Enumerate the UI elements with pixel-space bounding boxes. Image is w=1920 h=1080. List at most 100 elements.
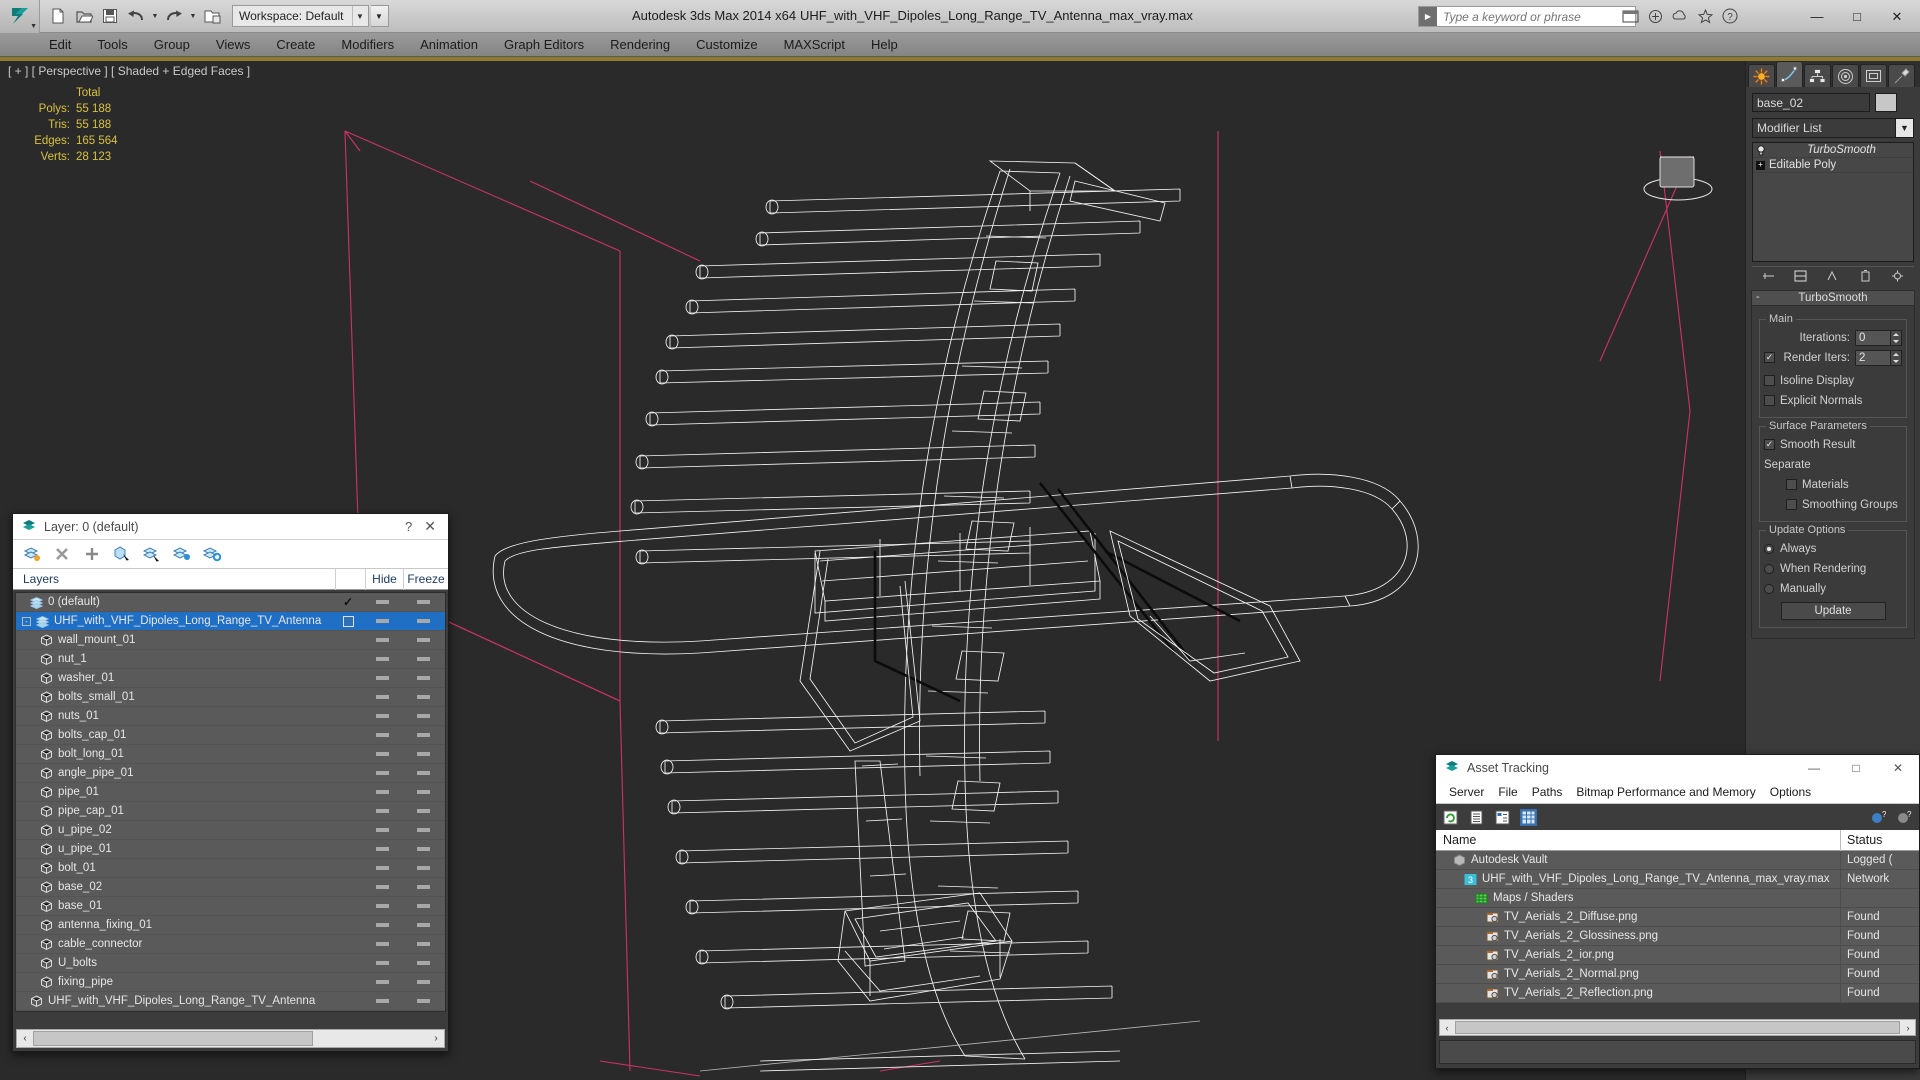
current-layer-box-icon[interactable]: [342, 615, 354, 627]
create-tab[interactable]: [1748, 64, 1775, 87]
hide-cell[interactable]: [363, 961, 401, 965]
modify-tab[interactable]: [1776, 61, 1803, 87]
modifier-stack-item[interactable]: + Editable Poly: [1753, 158, 1913, 173]
scroll-right-icon[interactable]: ›: [428, 1033, 444, 1044]
column-freeze[interactable]: Freeze: [404, 569, 448, 590]
layer-row[interactable]: base_01: [16, 897, 445, 916]
asset-maximize-button[interactable]: □: [1835, 755, 1877, 781]
column-hide[interactable]: Hide: [366, 568, 404, 590]
asset-list[interactable]: Autodesk Vault Logged (3 UHF_with_VHF_Dipo…: [1436, 850, 1919, 1003]
make-unique-icon[interactable]: [1825, 268, 1841, 283]
asset-row[interactable]: Autodesk Vault Logged (: [1436, 850, 1919, 870]
hide-cell[interactable]: [363, 771, 401, 775]
search-box[interactable]: ▶: [1418, 6, 1636, 27]
hierarchy-tab[interactable]: [1804, 64, 1831, 87]
isoline-display-row[interactable]: Isoline Display: [1764, 372, 1902, 389]
menu-item-rendering[interactable]: Rendering: [597, 33, 683, 57]
scroll-left-icon[interactable]: ‹: [17, 1033, 33, 1044]
hide-cell[interactable]: [363, 676, 401, 680]
when-rendering-radio[interactable]: [1764, 563, 1774, 574]
asset-tracking-dialog[interactable]: Asset Tracking — □ ✕ Server File Paths Bitm…: [1435, 754, 1920, 1069]
hide-cell[interactable]: [363, 619, 401, 623]
object-name-input[interactable]: [1752, 93, 1870, 112]
delete-layer-icon[interactable]: [53, 545, 71, 563]
layer-row[interactable]: - UHF_with_VHF_Dipoles_Long_Range_TV_Ante…: [16, 612, 445, 631]
layer-row[interactable]: 0 (default) ✓: [16, 593, 445, 612]
hide-cell[interactable]: [363, 999, 401, 1003]
asset-close-button[interactable]: ✕: [1877, 755, 1919, 781]
freeze-cell[interactable]: [401, 676, 445, 680]
layer-dialog-close-button[interactable]: ✕: [422, 518, 448, 535]
layer-row[interactable]: base_02: [16, 878, 445, 897]
freeze-cell[interactable]: [401, 600, 445, 604]
layer-row[interactable]: u_pipe_01: [16, 840, 445, 859]
workspace-selector[interactable]: Workspace: Default ▼: [232, 5, 369, 27]
menu-item-group[interactable]: Group: [141, 33, 203, 57]
layer-row[interactable]: pipe_cap_01: [16, 802, 445, 821]
layer-row[interactable]: u_pipe_02: [16, 821, 445, 840]
help-globe-icon[interactable]: ?: [1870, 809, 1887, 826]
always-radio[interactable]: [1764, 543, 1774, 554]
asset-row[interactable]: TV_Aerials_2_Reflection.png Found: [1436, 983, 1919, 1003]
asset-row[interactable]: TV_Aerials_2_Diffuse.png Found: [1436, 907, 1919, 927]
freeze-cell[interactable]: [401, 999, 445, 1003]
asset-row[interactable]: TV_Aerials_2_Normal.png Found: [1436, 964, 1919, 984]
hide-cell[interactable]: [363, 980, 401, 984]
workspace-chevron-icon[interactable]: ▼: [351, 6, 368, 26]
freeze-cell[interactable]: [401, 733, 445, 737]
layer-dialog-titlebar[interactable]: Layer: 0 (default) ? ✕: [13, 514, 448, 540]
layer-row[interactable]: bolts_small_01: [16, 688, 445, 707]
show-end-result-icon[interactable]: [1793, 268, 1809, 283]
asset-scroll-right-icon[interactable]: ›: [1901, 1023, 1915, 1033]
hide-cell[interactable]: [363, 733, 401, 737]
search-expand-icon[interactable]: ▶: [1419, 7, 1437, 26]
save-file-icon[interactable]: [98, 4, 122, 28]
hide-cell[interactable]: [363, 828, 401, 832]
asset-menu-server[interactable]: Server: [1442, 781, 1491, 803]
viewport-label[interactable]: [ + ] [ Perspective ] [ Shaded + Edged F…: [8, 64, 250, 78]
create-new-layer-icon[interactable]: [23, 545, 41, 563]
materials-row[interactable]: Materials: [1764, 476, 1902, 493]
hide-cell[interactable]: [363, 923, 401, 927]
asset-column-name[interactable]: Name: [1436, 829, 1841, 851]
asset-list-hscrollbar[interactable]: ‹ ›: [1439, 1019, 1916, 1036]
asset-row[interactable]: TV_Aerials_2_ior.png Found: [1436, 945, 1919, 965]
modifier-list-row[interactable]: Modifier List ▼: [1752, 118, 1914, 138]
display-tab[interactable]: [1860, 64, 1887, 87]
hide-cell[interactable]: [363, 809, 401, 813]
iterations-value[interactable]: 0: [1855, 329, 1891, 346]
freeze-cell[interactable]: [401, 885, 445, 889]
menu-item-graph-editors[interactable]: Graph Editors: [491, 33, 597, 57]
render-iters-checkbox[interactable]: ✓: [1764, 352, 1775, 363]
smooth-result-row[interactable]: ✓ Smooth Result: [1764, 436, 1902, 453]
render-iters-spinner[interactable]: 2: [1855, 349, 1902, 366]
layer-dialog[interactable]: Layer: 0 (default) ? ✕ Layers Hide Freez…: [12, 513, 449, 1052]
chevron-down-icon[interactable]: ▼: [1896, 118, 1914, 138]
asset-menu-options[interactable]: Options: [1763, 781, 1818, 803]
hide-cell[interactable]: [363, 790, 401, 794]
app-menu-button[interactable]: ▼: [0, 0, 40, 33]
asset-scroll-thumb[interactable]: [1455, 1021, 1900, 1034]
select-objects-in-layer-icon[interactable]: [113, 545, 131, 563]
freeze-cell[interactable]: [401, 961, 445, 965]
motion-tab[interactable]: [1832, 64, 1859, 87]
hide-cell[interactable]: [363, 695, 401, 699]
asset-menu-file[interactable]: File: [1491, 781, 1524, 803]
update-button[interactable]: Update: [1780, 602, 1886, 620]
freeze-cell[interactable]: [401, 752, 445, 756]
asset-menu-bitmap-performance-and-memory[interactable]: Bitmap Performance and Memory: [1569, 781, 1762, 803]
menu-item-help[interactable]: Help: [858, 33, 911, 57]
collapse-icon[interactable]: -: [1756, 291, 1760, 303]
utilities-tab[interactable]: [1888, 64, 1915, 87]
asset-minimize-button[interactable]: —: [1793, 755, 1835, 781]
update-option-manually[interactable]: Manually: [1764, 580, 1902, 597]
remove-modifier-icon[interactable]: [1857, 268, 1873, 283]
menu-item-views[interactable]: Views: [203, 33, 263, 57]
freeze-cell[interactable]: [401, 847, 445, 851]
smoothing-groups-row[interactable]: Smoothing Groups: [1764, 496, 1902, 513]
freeze-cell[interactable]: [401, 923, 445, 927]
isoline-display-checkbox[interactable]: [1764, 375, 1775, 386]
hide-cell[interactable]: [363, 942, 401, 946]
layer-dialog-help-button[interactable]: ?: [395, 519, 422, 534]
layer-list[interactable]: 0 (default) ✓ - UHF_with_VHF_Dipoles_Long_R…: [15, 592, 446, 1012]
